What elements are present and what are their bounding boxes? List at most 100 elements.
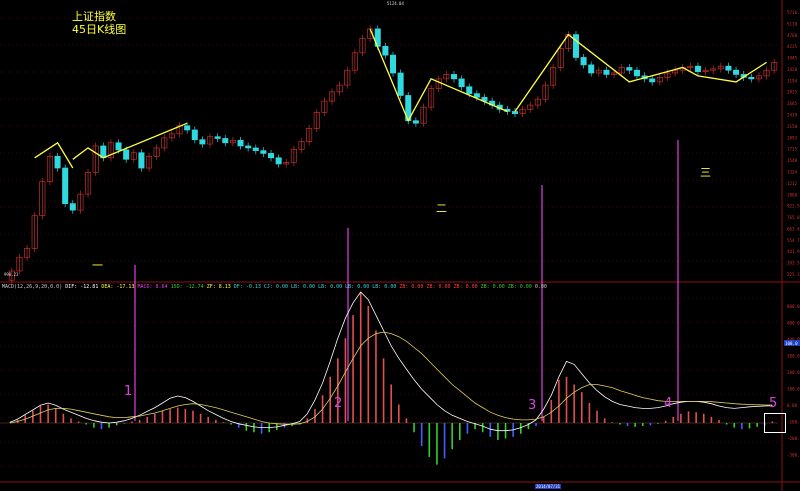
price-tick-label: 2419 bbox=[787, 113, 798, 118]
candle-body bbox=[260, 150, 267, 154]
price-tick-label: 5110 bbox=[787, 21, 798, 26]
candle-body bbox=[694, 65, 701, 72]
indicator-item-3: MACD: 8.64 bbox=[137, 284, 168, 290]
candle-body bbox=[466, 86, 473, 95]
indicator-item-4: 15D: -12.74 bbox=[170, 284, 204, 290]
macd-tick-label: 200.0 bbox=[787, 370, 800, 375]
signal-5-box bbox=[764, 413, 786, 433]
macd-tick-label: 300.0 bbox=[787, 354, 800, 359]
candle-body bbox=[633, 69, 640, 77]
price-tick-label: 3194 bbox=[787, 78, 798, 83]
macd-current-value: 108.0 bbox=[785, 341, 798, 346]
indicator-item-10: LB: 0.00 bbox=[345, 284, 370, 290]
indicator-item-9: LB: 0.00 bbox=[318, 284, 343, 290]
indicator-item-11: LB: 0.00 bbox=[372, 284, 397, 290]
macd-tick-label: 800.0 bbox=[787, 304, 800, 309]
signal-2-label: 2 bbox=[334, 396, 343, 411]
price-tick-label: 765.8 bbox=[787, 215, 800, 220]
chart-canvas: 5716.88511047604235394534203194292526852… bbox=[0, 0, 800, 491]
indicator-item-0: MACD(12,26,9,20,0.0) bbox=[2, 284, 63, 290]
price-tick-label: 1060 bbox=[787, 192, 798, 197]
candle-body bbox=[245, 145, 252, 149]
price-tick-label: 2150 bbox=[787, 124, 798, 129]
chart-title-name: 上证指数 bbox=[72, 10, 116, 23]
price-tick-label: 3420 bbox=[787, 67, 798, 72]
indicator-item-2: DEA: -17.13 bbox=[101, 284, 135, 290]
macd-tick-label: 100.0 bbox=[787, 387, 800, 392]
price-tick-label: 1548 bbox=[787, 158, 798, 163]
candle-body bbox=[725, 65, 732, 71]
candle-body bbox=[222, 138, 229, 144]
candle-body bbox=[54, 155, 61, 169]
indicator-item-5: ZF: 8.13 bbox=[206, 284, 231, 290]
candle-body bbox=[382, 45, 389, 56]
wave-3-label: 三 bbox=[700, 166, 711, 179]
candle-body bbox=[184, 125, 191, 131]
indicator-item-8: LB: 0.00 bbox=[290, 284, 316, 290]
low-price-label: 998.23 bbox=[4, 272, 19, 277]
candle-body bbox=[580, 57, 587, 66]
indicator-item-15: ZB: 0.00 bbox=[480, 284, 505, 290]
signal-1-label: 1 bbox=[124, 384, 133, 399]
candle-body bbox=[748, 76, 755, 80]
candle-body bbox=[733, 69, 740, 75]
price-tick-label: 4760 bbox=[787, 33, 798, 38]
price-tick-label: 2925 bbox=[787, 90, 798, 95]
price-tick-label: 1893 bbox=[787, 135, 798, 140]
price-tick-label: 554.7 bbox=[787, 238, 800, 243]
macd-tick-label: -200.0 bbox=[787, 436, 800, 441]
price-tick-label: 922.5 bbox=[787, 204, 800, 209]
chart-title-period: 45日K线图 bbox=[72, 23, 127, 36]
candle-body bbox=[450, 74, 458, 80]
macd-tick-label: 600.0 bbox=[787, 321, 800, 326]
price-tick-label: 5716.88 bbox=[787, 10, 800, 15]
macd-tick-label: 0.00 bbox=[787, 403, 798, 408]
price-tick-label: 2685 bbox=[787, 101, 798, 106]
price-tick-label: 1715 bbox=[787, 147, 798, 152]
signal-3-label: 3 bbox=[528, 398, 537, 413]
chart-title: 上证指数 45日K线图 bbox=[72, 10, 126, 36]
candle-body bbox=[412, 120, 419, 124]
price-tick-label: 663.4 bbox=[787, 226, 800, 231]
candle-body bbox=[397, 72, 404, 96]
signal-5-label: 5 bbox=[769, 396, 778, 411]
candle-body bbox=[626, 67, 633, 71]
candle-body bbox=[473, 93, 480, 98]
macd-tick-label: -100.0 bbox=[787, 420, 800, 425]
candle-body bbox=[588, 64, 595, 74]
indicator-item-14: ZB: 0.00 bbox=[453, 284, 478, 290]
peak-price-label: 5124.04 bbox=[387, 1, 404, 6]
candle-body bbox=[214, 136, 221, 139]
candle-body bbox=[572, 34, 579, 58]
wave-1-label: 一 bbox=[92, 259, 103, 272]
indicator-item-13: ZB: 0.00 bbox=[426, 284, 451, 290]
price-tick-label: 441.9 bbox=[787, 249, 800, 254]
candle-body bbox=[123, 149, 130, 160]
indicator-item-16: ZB: 0.00 bbox=[507, 284, 532, 290]
indicator-item-6: DF: -0.13 bbox=[233, 284, 261, 290]
candle-body bbox=[603, 69, 610, 75]
candle-body bbox=[389, 54, 397, 74]
indicator-item-12: ZB: 0.00 bbox=[399, 284, 424, 290]
macd-indicator-bar: MACD(12,26,9,20,0.0) DIF: -12.81 DEA: -17.… bbox=[2, 284, 550, 290]
price-tick-label: 1212 bbox=[787, 181, 798, 186]
candle-body bbox=[458, 78, 465, 88]
date-highlight: 2014/07/31 bbox=[535, 484, 562, 489]
candle-body bbox=[511, 111, 518, 115]
price-tick-label: 325.3 bbox=[787, 272, 800, 277]
signal-4-label: 4 bbox=[664, 396, 673, 411]
candle-body bbox=[649, 78, 656, 83]
candle-body bbox=[115, 142, 122, 151]
indicator-item-17: 0.00 bbox=[534, 284, 547, 290]
candle-body bbox=[199, 139, 206, 145]
macd-tick-label: -300.0 bbox=[787, 453, 800, 458]
candle-body bbox=[252, 147, 259, 151]
candle-body bbox=[237, 139, 244, 147]
candle-body bbox=[275, 157, 282, 165]
indicator-item-1: DIF: -12.81 bbox=[65, 284, 99, 290]
candle-body bbox=[62, 167, 69, 204]
price-tick-label: 4235 bbox=[787, 44, 798, 49]
indicator-item-7: CJ: 0.00 bbox=[263, 284, 288, 290]
price-tick-label: 393.5 bbox=[787, 261, 800, 266]
price-tick-label: 1334 bbox=[787, 169, 798, 174]
